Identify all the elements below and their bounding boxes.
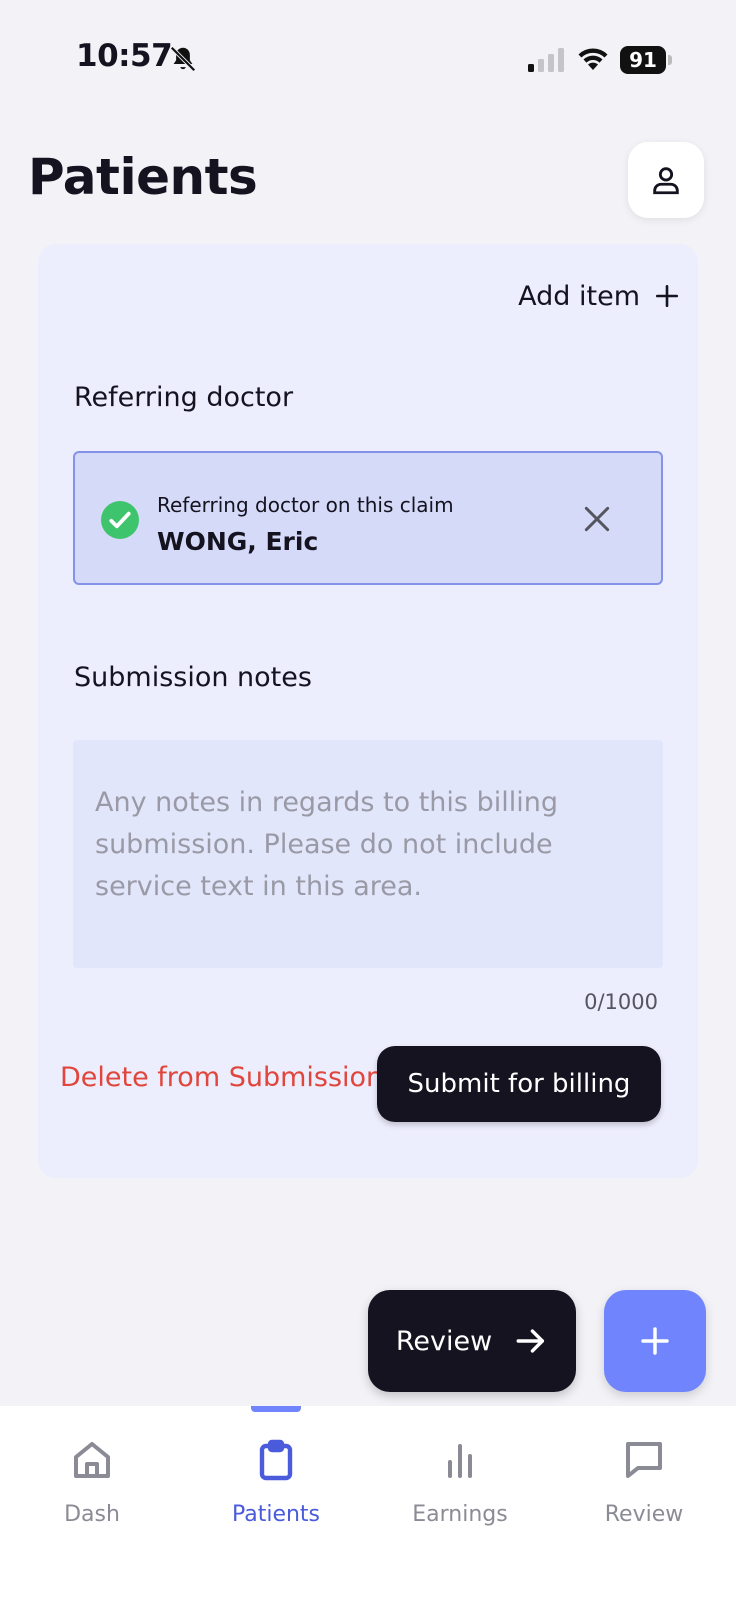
bottom-nav: Dash Patients Earnings Review	[0, 1406, 736, 1600]
plus-icon	[641, 1327, 669, 1355]
add-item-label: Add item	[518, 280, 640, 312]
battery-indicator: 91	[620, 46, 672, 74]
delete-from-submission-button[interactable]: Delete from Submission	[60, 1062, 383, 1093]
status-time: 10:57	[76, 38, 173, 74]
claim-card: Add item Referring doctor Referring doct…	[38, 244, 698, 1178]
active-tab-indicator	[251, 1406, 301, 1412]
add-item-button[interactable]: Add item	[480, 274, 680, 318]
profile-button[interactable]	[628, 142, 704, 218]
nav-item-earnings[interactable]: Earnings	[368, 1436, 552, 1527]
submit-for-billing-button[interactable]: Submit for billing	[377, 1046, 661, 1122]
user-icon	[653, 167, 679, 195]
nav-item-dash[interactable]: Dash	[0, 1436, 184, 1527]
submission-notes-input[interactable]	[73, 740, 663, 968]
bar-chart-icon	[448, 1444, 472, 1478]
wifi-icon	[578, 48, 608, 70]
nav-label-patients: Patients	[231, 1502, 321, 1527]
battery-level: 91	[620, 46, 666, 74]
referring-doctor-chip: Referring doctor on this claim WONG, Eri…	[73, 451, 663, 585]
nav-item-patients[interactable]: Patients	[184, 1436, 368, 1527]
referring-doctor-name: WONG, Eric	[157, 527, 319, 556]
check-circle-icon	[101, 501, 139, 539]
chat-icon	[626, 1442, 662, 1478]
arrow-right-icon	[516, 1329, 545, 1353]
add-fab-button[interactable]	[604, 1290, 706, 1392]
page-title: Patients	[28, 148, 258, 206]
character-counter: 0/1000	[584, 990, 658, 1014]
plus-icon	[655, 284, 679, 308]
nav-label-review: Review	[604, 1502, 684, 1527]
home-icon	[74, 1442, 110, 1478]
referring-doctor-caption: Referring doctor on this claim	[157, 493, 454, 517]
battery-cap	[668, 55, 672, 65]
submission-notes-label: Submission notes	[74, 662, 312, 693]
review-button-label: Review	[395, 1325, 493, 1357]
nav-label-dash: Dash	[64, 1502, 120, 1527]
remove-doctor-close-icon[interactable]	[581, 503, 613, 535]
status-bar: 10:57 91	[0, 0, 736, 120]
nav-item-review[interactable]: Review	[552, 1436, 736, 1527]
cellular-signal-icon	[528, 48, 564, 72]
clipboard-icon	[259, 1439, 293, 1481]
bell-muted-icon	[170, 46, 196, 72]
nav-label-earnings: Earnings	[412, 1502, 508, 1527]
review-button[interactable]: Review	[368, 1290, 576, 1392]
referring-doctor-label: Referring doctor	[74, 382, 294, 413]
